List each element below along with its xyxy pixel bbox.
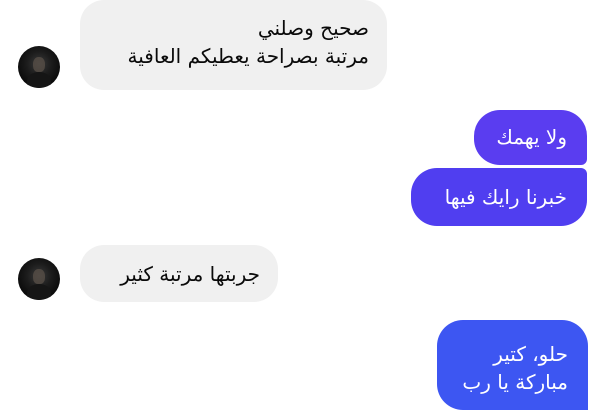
outgoing-message-bubble[interactable]: حلو، كتير مباركة يا رب [437, 320, 588, 410]
avatar-hood [27, 284, 51, 300]
contact-avatar[interactable] [18, 46, 60, 88]
message-text-line: حلو، كتير [493, 342, 568, 366]
outgoing-message-bubble[interactable]: ولا يهمك [474, 110, 587, 165]
incoming-message-bubble[interactable]: جربتها مرتبة كثير [80, 245, 278, 302]
message-text-line: مباركة يا رب [462, 370, 568, 394]
avatar-face [33, 269, 45, 284]
incoming-message-bubble[interactable]: صحيح وصلني مرتبة بصراحة يعطيكم العافية [80, 0, 387, 90]
message-text-line: ولا يهمك [496, 125, 567, 149]
avatar-hood [27, 72, 51, 88]
message-text-line: خبرنا رايك فيها [444, 185, 567, 209]
avatar-face [33, 57, 45, 72]
outgoing-message-bubble[interactable]: خبرنا رايك فيها [411, 168, 587, 226]
contact-avatar[interactable] [18, 258, 60, 300]
message-text-line: مرتبة بصراحة يعطيكم العافية [127, 44, 369, 68]
message-text-line: جربتها مرتبة كثير [120, 262, 260, 286]
message-text-line: صحيح وصلني [257, 16, 369, 40]
